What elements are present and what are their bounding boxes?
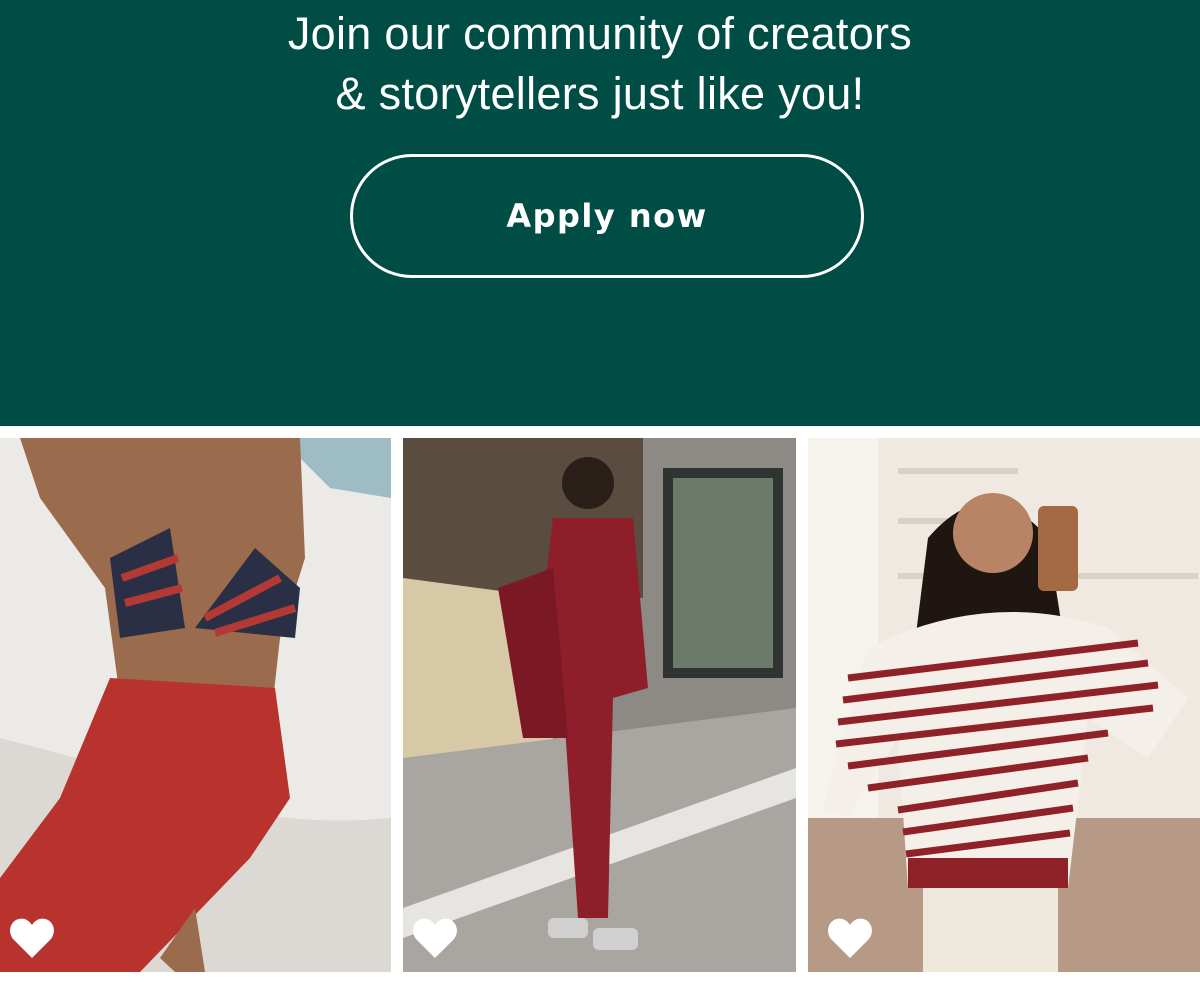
favorite-button[interactable] xyxy=(826,916,874,960)
gallery-card[interactable] xyxy=(403,438,796,972)
banner-heading-line-2: & storytellers just like you! xyxy=(335,68,865,119)
heart-icon xyxy=(10,918,54,958)
favorite-button[interactable] xyxy=(411,916,459,960)
community-banner: Join our community of creators & storyte… xyxy=(0,0,1200,426)
striped-sweater-photo xyxy=(808,438,1200,972)
apply-now-button[interactable]: Apply now xyxy=(350,154,864,278)
creator-gallery xyxy=(0,438,1200,972)
gallery-card[interactable] xyxy=(0,438,391,972)
beach-outfit-photo xyxy=(0,438,391,972)
street-outfit-photo xyxy=(403,438,796,972)
favorite-button[interactable] xyxy=(8,916,56,960)
heart-icon xyxy=(828,918,872,958)
gallery-card[interactable] xyxy=(808,438,1200,972)
banner-heading-line-1: Join our community of creators xyxy=(287,8,913,59)
heart-icon xyxy=(413,918,457,958)
